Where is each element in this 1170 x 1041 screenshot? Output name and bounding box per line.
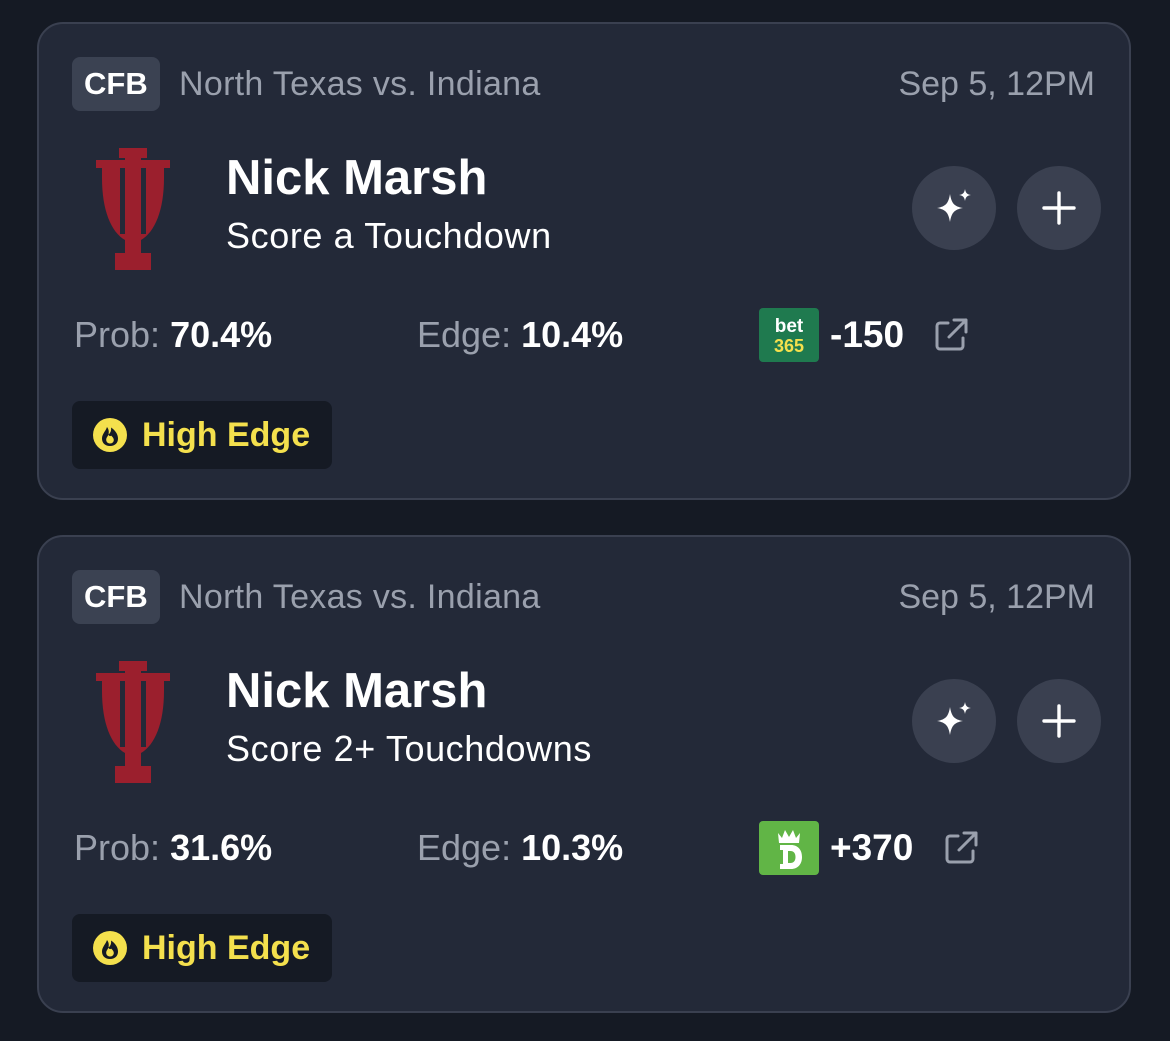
flame-icon: [93, 418, 127, 452]
prob-label: Prob:: [74, 827, 161, 868]
high-edge-tag: High Edge: [72, 914, 333, 982]
bet365-logo-text-top: bet: [775, 316, 804, 337]
add-to-slip-button[interactable]: [1017, 166, 1101, 250]
bet365-logo[interactable]: bet 365: [759, 308, 819, 362]
market-text: Score a Touchdown: [226, 215, 552, 256]
ai-insight-button[interactable]: [912, 679, 996, 763]
league-badge: CFB: [72, 57, 160, 111]
odds-value[interactable]: -150: [830, 310, 904, 360]
market-text: Score 2+ Touchdowns: [226, 728, 592, 769]
sparkle-icon: [937, 702, 971, 735]
matchup-text: North Texas vs. Indiana: [179, 65, 541, 103]
odds-value[interactable]: +370: [830, 823, 913, 873]
bet365-logo-text-bottom: 365: [774, 336, 804, 356]
external-link-icon[interactable]: [932, 316, 970, 354]
prob-value: 70.4%: [170, 314, 273, 355]
player-name: Nick Marsh: [226, 151, 488, 205]
matchup-text: North Texas vs. Indiana: [179, 578, 541, 616]
ai-insight-button[interactable]: [912, 166, 996, 250]
external-link-icon[interactable]: [942, 829, 980, 867]
sparkle-icon: [937, 189, 971, 222]
edge-value: 10.3%: [521, 827, 624, 868]
league-badge: CFB: [72, 570, 160, 624]
prob-value: 31.6%: [170, 827, 273, 868]
add-to-slip-button[interactable]: [1017, 679, 1101, 763]
prop-card[interactable]: CFB North Texas vs. Indiana Sep 5, 12PM …: [37, 535, 1131, 1013]
edge-stat: Edge: 10.3%: [417, 823, 623, 873]
probability-stat: Prob: 31.6%: [74, 823, 272, 873]
tag-label: High Edge: [142, 416, 311, 454]
edge-value: 10.4%: [521, 314, 624, 355]
player-name: Nick Marsh: [226, 664, 488, 718]
draftkings-logo[interactable]: [759, 821, 819, 875]
edge-label: Edge:: [417, 827, 512, 868]
high-edge-tag: High Edge: [72, 401, 333, 469]
flame-icon: [93, 931, 127, 965]
probability-stat: Prob: 70.4%: [74, 310, 272, 360]
game-datetime: Sep 5, 12PM: [898, 578, 1095, 616]
indiana-trident-logo: [96, 148, 170, 270]
prob-label: Prob:: [74, 314, 161, 355]
plus-icon: [1042, 191, 1076, 225]
edge-label: Edge:: [417, 314, 512, 355]
plus-icon: [1042, 704, 1076, 738]
edge-stat: Edge: 10.4%: [417, 310, 623, 360]
indiana-trident-logo: [96, 661, 170, 783]
prop-card[interactable]: CFB North Texas vs. Indiana Sep 5, 12PM …: [37, 22, 1131, 500]
game-datetime: Sep 5, 12PM: [898, 65, 1095, 103]
tag-label: High Edge: [142, 929, 311, 967]
